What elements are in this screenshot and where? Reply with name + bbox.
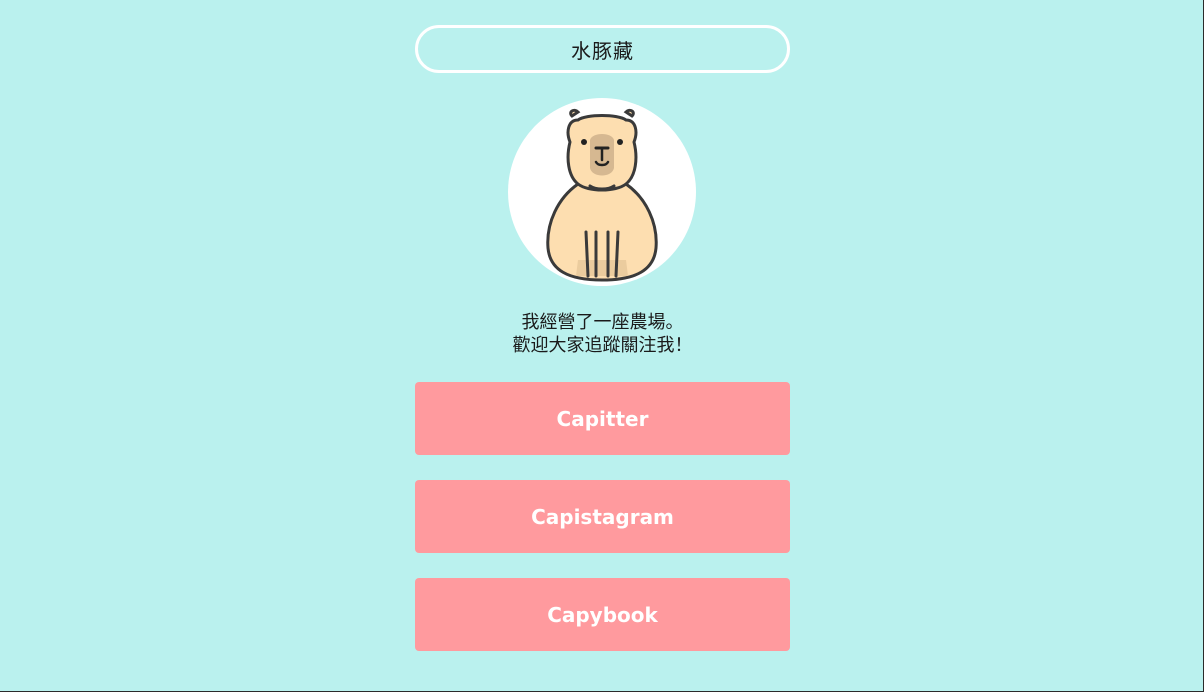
profile-bio: 我經營了一座農場。 歡迎大家追蹤關注我！ <box>415 311 790 357</box>
capistagram-link-button[interactable]: Capistagram <box>415 480 790 553</box>
bio-line-1: 我經營了一座農場。 <box>521 312 684 333</box>
capitter-link-button[interactable]: Capitter <box>415 382 790 455</box>
profile-page: 水豚藏 我經營了一座農場。 歡迎大家追蹤關注我！ Capitter Capist… <box>0 0 1203 691</box>
capybook-link-button[interactable]: Capybook <box>415 578 790 651</box>
profile-name: 水豚藏 <box>415 25 790 73</box>
bio-line-2: 歡迎大家追蹤關注我！ <box>512 335 693 356</box>
capybara-icon <box>546 108 658 282</box>
capitter-link-label: Capitter <box>556 406 649 431</box>
avatar <box>508 98 696 286</box>
capybook-link-label: Capybook <box>547 602 658 627</box>
profile-name-text: 水豚藏 <box>571 38 634 63</box>
capistagram-link-label: Capistagram <box>531 504 674 529</box>
